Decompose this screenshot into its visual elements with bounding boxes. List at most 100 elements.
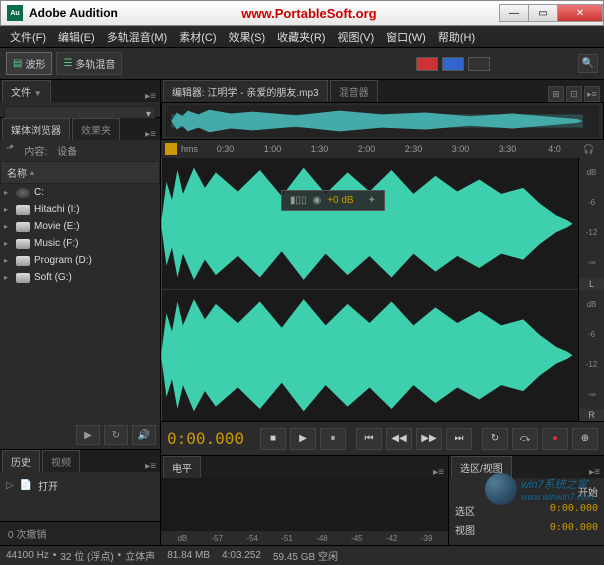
expand-arrow-icon[interactable]: ▸ — [4, 205, 12, 214]
drive-item[interactable]: ▸ Movie (E:) — [0, 218, 160, 235]
level-mark: -39 — [409, 534, 444, 543]
color-swatch-dark[interactable] — [468, 57, 490, 71]
rewind-button[interactable]: ◀◀ — [386, 428, 412, 450]
loop-button[interactable]: ↻ — [482, 428, 508, 450]
db-label: dB — [587, 300, 597, 309]
selection-panel-menu-icon[interactable]: ▸≡ — [585, 467, 604, 478]
menu-clip[interactable]: 素材(C) — [173, 27, 222, 47]
zoom-button[interactable]: ⊕ — [572, 428, 598, 450]
browser-panel-menu-icon[interactable]: ▸≡ — [141, 129, 160, 140]
levels-panel-menu-icon[interactable]: ▸≡ — [429, 467, 448, 478]
menu-effects[interactable]: 效果(S) — [223, 27, 272, 47]
history-item-open[interactable]: ▷ 📄 打开 — [4, 476, 156, 495]
menu-favorites[interactable]: 收藏夹(R) — [271, 27, 331, 47]
time-mark: 3:00 — [437, 144, 484, 154]
drive-item[interactable]: ▸Hitachi (I:) — [0, 201, 160, 218]
search-button[interactable]: 🔍 — [578, 54, 598, 73]
video-tab[interactable]: 视频 — [42, 450, 80, 472]
menu-file[interactable]: 文件(F) — [4, 27, 52, 47]
content-label: 内容: — [24, 143, 47, 158]
name-column-header[interactable]: 名称 ▴ — [0, 161, 160, 184]
skip-selection-button[interactable]: ⤼ — [512, 428, 538, 450]
nav-up-icon[interactable]: ⬏ — [6, 143, 14, 158]
drive-label: Program (D:) — [34, 255, 92, 266]
start-header: 开始 — [578, 484, 598, 499]
timeline-ruler[interactable]: hms 0:301:001:302:002:303:003:304:0 🎧 — [161, 140, 604, 158]
menu-edit[interactable]: 编辑(E) — [52, 27, 101, 47]
go-end-button[interactable]: ⏭ — [446, 428, 472, 450]
app-title: Adobe Audition — [29, 6, 118, 20]
play-preview-button[interactable]: ▶ — [76, 425, 100, 445]
play-button[interactable]: ▶ — [290, 428, 316, 450]
menu-view[interactable]: 视图(V) — [331, 27, 380, 47]
status-duration: 4:03.252 — [222, 550, 261, 561]
editor-tool-2[interactable]: ⊡ — [566, 86, 582, 102]
drive-label: Music (F:) — [34, 238, 78, 249]
app-icon: Au — [7, 5, 23, 21]
forward-button[interactable]: ▶▶ — [416, 428, 442, 450]
drive-icon — [16, 239, 30, 249]
menu-multitrack[interactable]: 多轨混音(M) — [101, 27, 174, 47]
expand-arrow-icon[interactable]: ▸ — [4, 222, 12, 231]
levels-tab[interactable]: 电平 — [163, 456, 201, 478]
expand-arrow-icon[interactable]: ▸ — [4, 188, 12, 197]
color-swatch-red[interactable] — [416, 57, 438, 71]
gain-knob-icon[interactable]: ◉ — [312, 195, 321, 206]
playhead-flag-icon[interactable] — [165, 143, 177, 155]
stop-button[interactable]: ■ — [260, 428, 286, 450]
file-tab[interactable]: 文件 ▼ — [2, 80, 51, 102]
gain-hud[interactable]: ▮▯▯ ◉ +0 dB ✦ — [281, 190, 385, 211]
color-swatch-blue[interactable] — [442, 57, 464, 71]
drive-item[interactable]: ▸Soft (G:) — [0, 269, 160, 286]
waveform-label: 波形 — [25, 56, 45, 71]
waveform-overview[interactable] — [161, 102, 604, 140]
drive-item[interactable]: ▸ Music (F:) — [0, 235, 160, 252]
waveform-mode-button[interactable]: ▤ 波形 — [6, 52, 52, 75]
gain-value: +0 dB — [327, 195, 353, 206]
level-mark: -42 — [374, 534, 409, 543]
level-mark: -48 — [305, 534, 340, 543]
level-mark: -57 — [200, 534, 235, 543]
selection-view-tab[interactable]: 选区/视图 — [451, 456, 512, 478]
editor-panel-menu-icon[interactable]: ▸≡ — [584, 86, 600, 102]
expand-arrow-icon[interactable]: ▸ — [4, 256, 12, 265]
expand-arrow-icon[interactable]: ▸ — [4, 273, 12, 282]
effects-rack-tab[interactable]: 效果夹 — [72, 118, 120, 140]
status-sample-rate: 44100 Hz — [6, 550, 49, 561]
editor-tab[interactable]: 编辑器: 江明学 - 亲爱的朋友.mp3 — [163, 80, 328, 102]
record-button[interactable]: ● — [542, 428, 568, 450]
channel-right-label[interactable]: R — [579, 409, 604, 421]
mixer-tab[interactable]: 混音器 — [330, 80, 378, 102]
close-button[interactable]: ✕ — [557, 4, 603, 22]
history-panel-menu-icon[interactable]: ▸≡ — [141, 461, 160, 472]
maximize-button[interactable]: ▭ — [528, 4, 558, 22]
multitrack-icon: ☰ — [63, 58, 72, 69]
view-start-value[interactable]: 0:00.000 — [550, 522, 598, 537]
multitrack-mode-button[interactable]: ☰ 多轨混音 — [56, 52, 122, 75]
status-disk-free: 59.45 GB 空闲 — [273, 548, 338, 563]
panel-menu-icon[interactable]: ▸≡ — [141, 91, 160, 102]
selection-start-value[interactable]: 0:00.000 — [550, 503, 598, 518]
timecode-display[interactable]: 0:00.000 — [167, 429, 244, 448]
titlebar: Au Adobe Audition www.PortableSoft.org —… — [0, 0, 604, 26]
headphone-icon[interactable]: 🎧 — [578, 140, 600, 158]
editor-tool-1[interactable]: ⊞ — [548, 86, 564, 102]
pin-icon[interactable]: ✦ — [368, 195, 376, 206]
waveform-display[interactable]: ▮▯▯ ◉ +0 dB ✦ — [161, 158, 578, 421]
go-start-button[interactable]: ⏮ — [356, 428, 382, 450]
time-mark: 1:30 — [296, 144, 343, 154]
pause-button[interactable]: ⏸ — [320, 428, 346, 450]
drive-item[interactable]: ▸C: — [0, 184, 160, 201]
menu-window[interactable]: 窗口(W) — [380, 27, 432, 47]
drive-item[interactable]: ▸ Program (D:) — [0, 252, 160, 269]
menu-help[interactable]: 帮助(H) — [432, 27, 481, 47]
drive-label: Movie (E:) — [34, 221, 80, 232]
minimize-button[interactable]: — — [499, 4, 529, 22]
expand-arrow-icon[interactable]: ▸ — [4, 239, 12, 248]
media-browser-tab[interactable]: 媒体浏览器 — [2, 118, 70, 140]
history-tab[interactable]: 历史 — [2, 450, 40, 472]
autoplay-toggle-button[interactable]: ↻ — [104, 425, 128, 445]
channel-left-label[interactable]: L — [579, 278, 604, 290]
drive-icon — [16, 222, 30, 232]
volume-button[interactable]: 🔊 — [132, 425, 156, 445]
